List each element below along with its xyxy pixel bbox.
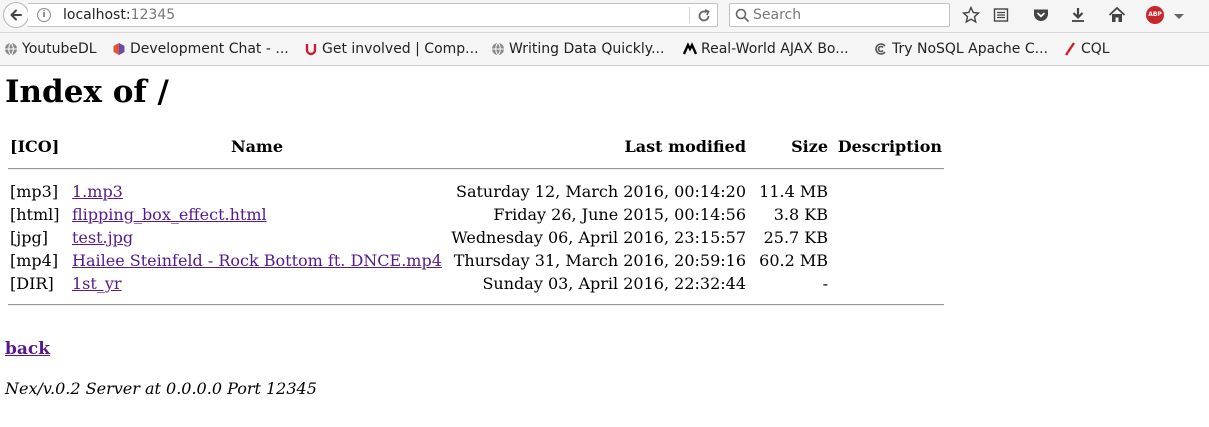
column-header-last-modified[interactable]: Last modified <box>444 134 748 158</box>
star-bookmark-icon[interactable] <box>962 6 980 24</box>
file-size: 25.7 KB <box>763 228 828 247</box>
file-link[interactable]: flipping_box_effect.html <box>72 205 267 224</box>
file-modified: Wednesday 06, April 2016, 23:15:57 <box>451 228 746 247</box>
file-description <box>830 180 944 203</box>
column-header-description[interactable]: Description <box>830 134 944 158</box>
search-bar[interactable]: Search <box>729 3 950 27</box>
spiral-logo-icon <box>875 43 886 55</box>
file-size: 3.8 KB <box>773 205 828 224</box>
table-row: [mp4] Hailee Steinfeld - Rock Bottom ft.… <box>8 249 944 272</box>
file-modified: Friday 26, June 2015, 00:14:56 <box>493 205 746 224</box>
reading-list-icon[interactable] <box>992 6 1010 24</box>
download-icon[interactable] <box>1069 6 1087 24</box>
divider <box>689 7 690 23</box>
table-row: [mp3] 1.mp3 Saturday 12, March 2016, 00:… <box>8 180 944 203</box>
file-link[interactable]: test.jpg <box>72 228 133 247</box>
table-header-row: [ICO] Name Last modified Size Descriptio… <box>8 134 944 158</box>
table-row: [jpg] test.jpg Wednesday 06, April 2016,… <box>8 226 944 249</box>
navigation-toolbar: i localhost:12345 Search ABP <box>0 0 1209 33</box>
search-input[interactable]: Search <box>753 7 801 23</box>
search-icon <box>735 8 750 23</box>
back-arrow-icon <box>10 9 22 21</box>
file-type: [DIR] <box>10 274 54 293</box>
file-listing-table: [ICO] Name Last modified Size Descriptio… <box>8 134 944 306</box>
table-row: [DIR] 1st_yr Sunday 03, April 2016, 22:3… <box>8 272 944 295</box>
info-icon[interactable]: i <box>37 8 51 22</box>
file-size: - <box>822 274 828 293</box>
address-bar[interactable]: i localhost:12345 <box>28 3 718 27</box>
file-modified: Thursday 31, March 2016, 20:59:16 <box>453 251 746 270</box>
file-type: [mp3] <box>10 182 59 201</box>
back-link[interactable]: back <box>5 339 50 359</box>
pocket-icon[interactable] <box>1032 6 1050 24</box>
url-text[interactable]: localhost:12345 <box>63 7 175 23</box>
back-button[interactable] <box>3 2 29 28</box>
file-link[interactable]: 1.mp3 <box>72 182 123 201</box>
file-size: 60.2 MB <box>759 251 828 270</box>
file-description <box>830 249 944 272</box>
bookmarks-toolbar: YoutubeDL Development Chat - ... Get inv… <box>0 33 1209 66</box>
file-description <box>830 203 944 226</box>
u-logo-icon <box>305 44 317 56</box>
home-icon[interactable] <box>1108 6 1126 24</box>
adblock-plus-icon[interactable]: ABP <box>1146 6 1164 24</box>
table-row: [html] flipping_box_effect.html Friday 2… <box>8 203 944 226</box>
reload-icon[interactable] <box>696 8 712 24</box>
divider <box>8 295 944 306</box>
file-size: 11.4 MB <box>759 182 828 201</box>
file-description <box>830 226 944 249</box>
server-signature: Nex/v.0.2 Server at 0.0.0.0 Port 12345 <box>5 379 317 398</box>
file-link[interactable]: 1st_yr <box>72 274 122 293</box>
hexagon-logo-icon <box>113 43 125 55</box>
page-title: Index of / <box>5 74 169 110</box>
file-modified: Sunday 03, April 2016, 22:32:44 <box>482 274 746 293</box>
file-type: [jpg] <box>10 228 48 247</box>
column-header-icon: [ICO] <box>10 136 60 156</box>
column-header-name[interactable]: Name <box>70 134 444 158</box>
file-type: [mp4] <box>10 251 59 270</box>
file-description <box>830 272 944 295</box>
file-modified: Saturday 12, March 2016, 00:14:20 <box>456 182 746 201</box>
ajax-logo-icon <box>683 42 697 55</box>
column-header-size[interactable]: Size <box>748 134 830 158</box>
file-link[interactable]: Hailee Steinfeld - Rock Bottom ft. DNCE.… <box>72 251 442 270</box>
globe-icon <box>492 42 504 56</box>
chevron-down-icon[interactable] <box>1170 7 1188 25</box>
feather-icon <box>1065 42 1075 56</box>
globe-icon <box>5 42 17 56</box>
file-type: [html] <box>10 205 60 224</box>
divider <box>8 158 944 180</box>
